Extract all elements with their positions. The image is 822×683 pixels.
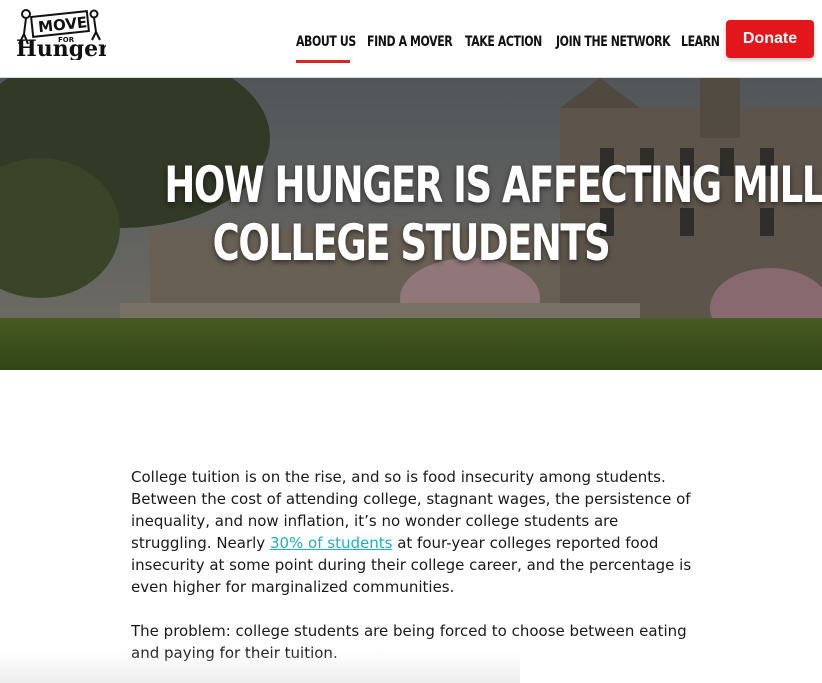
- donate-button[interactable]: Donate: [726, 20, 814, 58]
- page-title-line2: COLLEGE STUDENTS: [212, 214, 611, 272]
- active-nav-underline: [296, 60, 350, 63]
- page-title-line1: HOW HUNGER IS AFFECTING MILLIONS OF: [164, 156, 822, 214]
- hero-banner: HOW HUNGER IS AFFECTING MILLIONS OF COLL…: [0, 78, 822, 370]
- nav-take-action[interactable]: TAKE ACTION: [465, 34, 542, 50]
- nav-find-a-mover[interactable]: FIND A MOVER: [367, 34, 453, 50]
- logo-text-hunger: Hunger: [16, 36, 106, 60]
- nav-join-the-network[interactable]: JOIN THE NETWORK: [556, 34, 671, 50]
- students-stat-link[interactable]: 30% of students: [270, 534, 393, 552]
- logo-graphic: MOVE FOR Hunger: [16, 9, 106, 60]
- article-paragraph-1: College tuition is on the rise, and so i…: [131, 466, 701, 598]
- site-header: MOVE FOR Hunger ABOUT US FIND A MOVER TA…: [0, 0, 822, 78]
- nav-about-us[interactable]: ABOUT US: [296, 34, 356, 50]
- nav-learn[interactable]: LEARN: [681, 34, 720, 50]
- bottom-fade: [0, 650, 520, 683]
- move-for-hunger-logo[interactable]: MOVE FOR Hunger: [14, 8, 106, 60]
- page-title: HOW HUNGER IS AFFECTING MILLIONS OF COLL…: [20, 156, 822, 272]
